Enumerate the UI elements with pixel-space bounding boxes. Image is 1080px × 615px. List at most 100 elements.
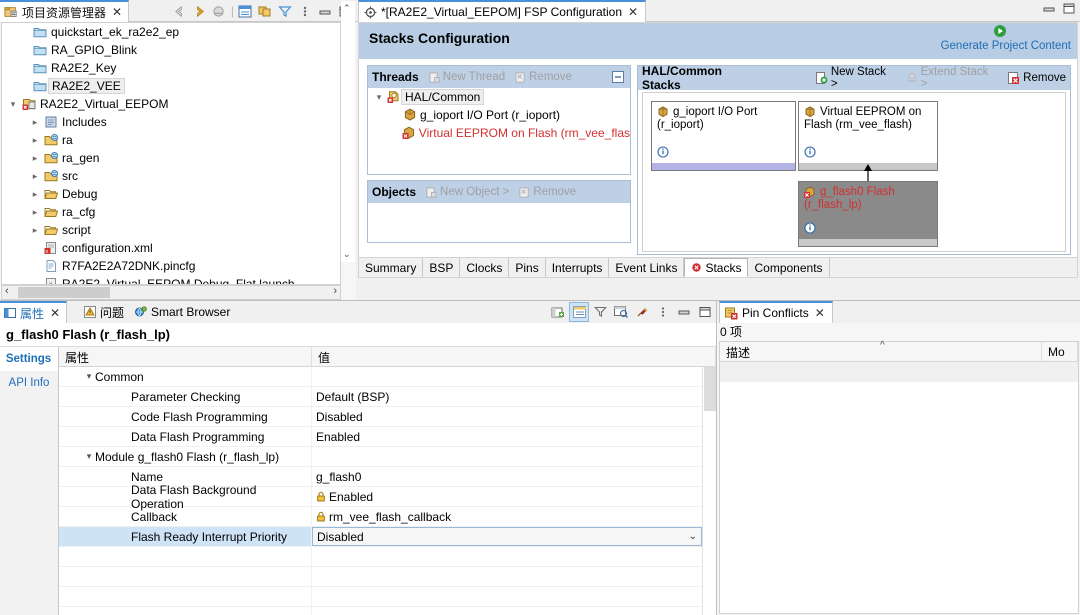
generate-project-content-link[interactable]: Generate Project Content bbox=[941, 40, 1071, 52]
property-value-cell[interactable] bbox=[312, 447, 702, 466]
property-row[interactable]: Data Flash Background Operation Enabled bbox=[59, 483, 702, 511]
property-row[interactable]: ▾ Module g_flash0 Flash (r_flash_lp) bbox=[59, 447, 702, 467]
chevron-down-icon[interactable]: ▾ bbox=[83, 371, 95, 382]
property-value-cell[interactable]: g_flash0 bbox=[312, 467, 702, 486]
forward-arrow-icon[interactable] bbox=[191, 2, 209, 20]
minimize-icon[interactable] bbox=[1042, 2, 1056, 15]
stack-box-flash[interactable]: g_flash0 Flash (r_flash_lp) bbox=[798, 181, 938, 247]
info-icon[interactable] bbox=[804, 146, 816, 158]
collapse-all-icon[interactable] bbox=[612, 71, 624, 83]
fsp-tab-interrupts[interactable]: Interrupts bbox=[545, 258, 610, 277]
scroll-right-icon[interactable]: › bbox=[333, 285, 337, 297]
show-categories-icon[interactable] bbox=[569, 302, 589, 322]
property-row[interactable]: Callback rm_vee_flash_callback bbox=[59, 507, 702, 527]
tree-item[interactable]: ▾ RA2E2_Virtual_EEPOM bbox=[2, 95, 340, 113]
tree-item[interactable]: quickstart_ek_ra2e2_ep bbox=[2, 23, 340, 41]
chevron-right-icon[interactable]: ▸ bbox=[28, 189, 42, 200]
remove-object-button[interactable]: Remove bbox=[519, 186, 576, 198]
tab-smart-browser[interactable]: Smart Browser bbox=[128, 301, 236, 323]
tree-item[interactable]: RA_GPIO_Blink bbox=[2, 41, 340, 59]
view-menu-icon[interactable] bbox=[654, 303, 672, 321]
tree-item[interactable]: RA2E2_VEE bbox=[2, 77, 340, 95]
new-properties-view-icon[interactable] bbox=[549, 303, 567, 321]
tree-item[interactable]: ▸ src bbox=[2, 167, 340, 185]
view-menu-icon[interactable] bbox=[296, 2, 314, 20]
tree-item[interactable]: ▸ ra_cfg bbox=[2, 203, 340, 221]
tree-item[interactable]: RA2E2_Key bbox=[2, 59, 340, 77]
remove-thread-button[interactable]: Remove bbox=[515, 71, 572, 83]
close-icon[interactable]: ✕ bbox=[626, 5, 640, 19]
filter-icon[interactable] bbox=[276, 2, 294, 20]
properties-table[interactable]: 属性 值 ▾ Common Parameter Checking Default (B… bbox=[59, 347, 716, 615]
property-row[interactable]: Flash Ready Interrupt Priority Disabled ⌄ bbox=[59, 527, 702, 547]
minimize-icon[interactable] bbox=[675, 303, 693, 321]
pin-icon[interactable] bbox=[633, 303, 651, 321]
property-value-cell[interactable]: Enabled bbox=[312, 487, 702, 506]
info-icon[interactable] bbox=[804, 222, 816, 234]
tree-item[interactable]: R7FA2E2A72DNK.pincfg bbox=[2, 257, 340, 275]
tab-fsp-configuration[interactable]: *[RA2E2_Virtual_EEPOM] FSP Configuration… bbox=[358, 0, 647, 22]
thread-tree-item[interactable]: g_ioport I/O Port (r_ioport) bbox=[368, 106, 630, 124]
chevron-down-icon[interactable]: ▾ bbox=[372, 92, 386, 103]
thread-tree-item[interactable]: Virtual EEPROM on Flash (rm_vee_flas bbox=[368, 124, 630, 142]
property-value-cell[interactable] bbox=[312, 367, 702, 386]
link-editor-icon[interactable] bbox=[256, 2, 274, 20]
info-icon[interactable] bbox=[657, 146, 669, 158]
pin-conflicts-table[interactable]: 描述 ^ Mo bbox=[719, 340, 1079, 614]
thread-tree-item[interactable]: ▾ HAL/Common bbox=[368, 88, 630, 106]
property-row[interactable]: Code Flash Programming Disabled bbox=[59, 407, 702, 427]
stack-box-ioport[interactable]: g_ioport I/O Port (r_ioport) bbox=[651, 101, 796, 171]
column-header-description[interactable]: 描述 ^ bbox=[720, 340, 1042, 362]
scroll-up-icon[interactable]: ⌃ bbox=[343, 3, 351, 14]
fsp-tab-clocks[interactable]: Clocks bbox=[460, 258, 510, 277]
tab-project-explorer[interactable]: 项目资源管理器 ✕ bbox=[0, 0, 130, 22]
property-row[interactable]: Parameter Checking Default (BSP) bbox=[59, 387, 702, 407]
column-header-value[interactable]: 值 bbox=[312, 347, 716, 367]
tree-item[interactable]: ▸ script bbox=[2, 221, 340, 239]
tree-horizontal-scrollbar[interactable]: ‹ › bbox=[1, 285, 341, 300]
collapse-all-icon[interactable] bbox=[236, 2, 254, 20]
chevron-down-icon[interactable]: ⌄ bbox=[689, 531, 697, 542]
fsp-tab-pins[interactable]: Pins bbox=[509, 258, 546, 277]
threads-tree[interactable]: ▾ HAL/Common g_ioport I/O Port (r_ioport) V… bbox=[368, 88, 630, 174]
property-value-cell[interactable]: Default (BSP) bbox=[312, 387, 702, 406]
tree-item[interactable]: ▸ Includes bbox=[2, 113, 340, 131]
chevron-right-icon[interactable]: ▸ bbox=[28, 135, 42, 146]
new-stack-button[interactable]: New Stack > bbox=[815, 66, 896, 90]
properties-vertical-scrollbar[interactable] bbox=[702, 367, 716, 615]
scroll-left-icon[interactable]: ‹ bbox=[5, 285, 9, 297]
fsp-tab-summary[interactable]: Summary bbox=[359, 258, 424, 277]
property-row[interactable]: Data Flash Programming Enabled bbox=[59, 427, 702, 447]
scroll-down-icon[interactable]: ⌄ bbox=[343, 249, 351, 260]
stacks-canvas[interactable]: g_ioport I/O Port (r_ioport) Virtual EEP… bbox=[642, 92, 1066, 252]
objects-list[interactable] bbox=[368, 203, 630, 242]
tree-item[interactable]: x configuration.xml bbox=[2, 239, 340, 257]
tree-item[interactable]: x RA2E2_Virtual_EEPOM Debug_Flat.launch bbox=[2, 275, 340, 284]
tree-item[interactable]: ▸ ra_gen bbox=[2, 149, 340, 167]
close-icon[interactable]: ✕ bbox=[110, 5, 124, 19]
project-tree[interactable]: quickstart_ek_ra2e2_ep RA_GPIO_Blink RA2E2… bbox=[1, 22, 341, 285]
show-advanced-icon[interactable] bbox=[612, 303, 630, 321]
maximize-icon[interactable] bbox=[1062, 2, 1076, 15]
maximize-icon[interactable] bbox=[696, 303, 714, 321]
back-arrow-icon[interactable] bbox=[171, 2, 189, 20]
tree-item[interactable]: ▸ Debug bbox=[2, 185, 340, 203]
chevron-down-icon[interactable]: ▾ bbox=[6, 99, 20, 110]
property-value-cell[interactable]: Enabled bbox=[312, 427, 702, 446]
fsp-bottom-tabs[interactable]: Summary BSP Clocks Pins Interrupts Event Link… bbox=[359, 257, 1077, 277]
minimize-icon[interactable] bbox=[316, 2, 334, 20]
close-icon[interactable]: ✕ bbox=[813, 306, 827, 320]
scroll-thumb[interactable] bbox=[704, 367, 716, 411]
tree-item[interactable]: ▸ ra bbox=[2, 131, 340, 149]
fsp-tab-bsp[interactable]: BSP bbox=[423, 258, 461, 277]
property-value-cell[interactable]: Disabled ⌄ bbox=[312, 527, 702, 546]
column-header-module[interactable]: Mo bbox=[1042, 342, 1078, 362]
column-header-property[interactable]: 属性 bbox=[59, 347, 312, 367]
property-row[interactable]: ▾ Common bbox=[59, 367, 702, 387]
fsp-tab-event-links[interactable]: Event Links bbox=[609, 258, 685, 277]
home-icon[interactable] bbox=[211, 2, 229, 20]
tab-problems[interactable]: 问题 bbox=[78, 301, 130, 323]
close-icon[interactable]: ✕ bbox=[48, 306, 62, 320]
tree-vertical-scrollbar[interactable]: ⌃ ⌄ bbox=[341, 1, 355, 262]
generate-play-icon[interactable] bbox=[993, 24, 1007, 38]
